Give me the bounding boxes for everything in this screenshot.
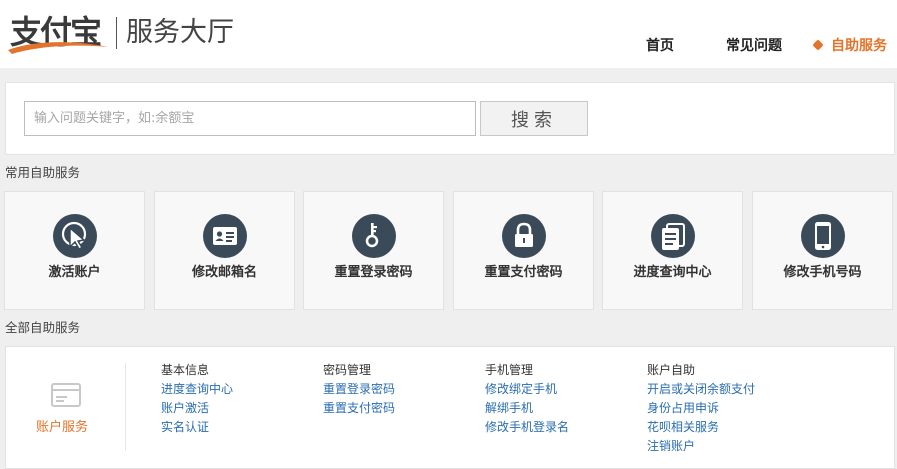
header-divider bbox=[116, 17, 117, 49]
link-real-name-auth[interactable]: 实名认证 bbox=[161, 418, 233, 437]
nav-self-service-label: 自助服务 bbox=[831, 38, 887, 54]
column-phone-management: 手机管理 修改绑定手机 解绑手机 修改手机登录名 bbox=[485, 361, 569, 437]
mobile-phone-icon bbox=[800, 214, 845, 258]
card-label: 修改手机号码 bbox=[783, 265, 862, 280]
card-change-email[interactable]: 修改邮箱名 bbox=[154, 191, 295, 310]
header: 支付宝 服务大厅 首页 常见问题 自助服务 bbox=[0, 0, 897, 68]
column-heading: 密码管理 bbox=[323, 363, 372, 377]
logo-swoosh-icon bbox=[8, 42, 108, 54]
column-heading: 基本信息 bbox=[161, 363, 210, 377]
search-input[interactable] bbox=[24, 101, 476, 136]
link-change-bound-phone[interactable]: 修改绑定手机 bbox=[485, 380, 569, 399]
column-basic-info: 基本信息 进度查询中心 账户激活 实名认证 bbox=[161, 361, 233, 437]
column-heading: 账户自助 bbox=[647, 363, 696, 377]
card-progress-query[interactable]: 进度查询中心 bbox=[602, 191, 743, 310]
active-indicator-icon bbox=[812, 39, 824, 51]
search-button[interactable]: 搜索 bbox=[480, 101, 588, 136]
column-heading: 手机管理 bbox=[485, 363, 534, 377]
common-services-title: 常用自助服务 bbox=[5, 165, 81, 180]
all-services-title: 全部自助服务 bbox=[5, 320, 81, 335]
nav-faq[interactable]: 常见问题 bbox=[726, 36, 782, 56]
link-toggle-balance-payment[interactable]: 开启或关闭余额支付 bbox=[647, 380, 755, 399]
card-activate-account[interactable]: 激活账户 bbox=[4, 191, 145, 310]
alipay-logo[interactable]: 支付宝 bbox=[6, 12, 108, 56]
nav-self-service[interactable]: 自助服务 bbox=[812, 36, 887, 56]
card-label: 进度查询中心 bbox=[633, 265, 712, 280]
card-reset-payment-password[interactable]: 重置支付密码 bbox=[453, 191, 594, 310]
key-icon bbox=[351, 214, 396, 258]
divider bbox=[125, 363, 126, 451]
category-account-services[interactable]: 账户服务 bbox=[36, 419, 88, 437]
card-label: 重置支付密码 bbox=[484, 265, 563, 280]
column-account-self-service: 账户自助 开启或关闭余额支付 身份占用申诉 花呗相关服务 注销账户 bbox=[647, 361, 755, 456]
card-reset-login-password[interactable]: 重置登录密码 bbox=[303, 191, 444, 310]
link-identity-appeal[interactable]: 身份占用申诉 bbox=[647, 399, 755, 418]
id-card-icon bbox=[202, 214, 247, 258]
link-reset-login-password[interactable]: 重置登录密码 bbox=[323, 380, 395, 399]
card-change-phone[interactable]: 修改手机号码 bbox=[752, 191, 893, 310]
link-huabei-services[interactable]: 花呗相关服务 bbox=[647, 418, 755, 437]
link-unbind-phone[interactable]: 解绑手机 bbox=[485, 399, 569, 418]
card-label: 激活账户 bbox=[48, 265, 101, 280]
nav-home[interactable]: 首页 bbox=[646, 36, 674, 56]
cursor-click-icon bbox=[52, 214, 97, 258]
documents-icon bbox=[650, 214, 695, 258]
page-title: 服务大厅 bbox=[126, 17, 234, 48]
link-progress-query[interactable]: 进度查询中心 bbox=[161, 380, 233, 399]
column-password-management: 密码管理 重置登录密码 重置支付密码 bbox=[323, 361, 395, 418]
link-close-account[interactable]: 注销账户 bbox=[647, 437, 755, 456]
all-services-panel: 账户服务 基本信息 进度查询中心 账户激活 实名认证 密码管理 重置登录密码 重… bbox=[5, 346, 895, 469]
card-label: 修改邮箱名 bbox=[191, 265, 257, 280]
common-services-grid: 激活账户 修改邮箱名 重置登录密码 重置支付密码 进度查询中心 修改手机号码 bbox=[4, 191, 894, 310]
account-card-icon bbox=[51, 383, 81, 407]
link-account-activation[interactable]: 账户激活 bbox=[161, 399, 233, 418]
card-label: 重置登录密码 bbox=[334, 265, 413, 280]
link-reset-payment-password[interactable]: 重置支付密码 bbox=[323, 399, 395, 418]
lock-icon bbox=[501, 214, 546, 258]
search-panel: 搜索 bbox=[5, 82, 895, 155]
link-change-phone-login[interactable]: 修改手机登录名 bbox=[485, 418, 569, 437]
